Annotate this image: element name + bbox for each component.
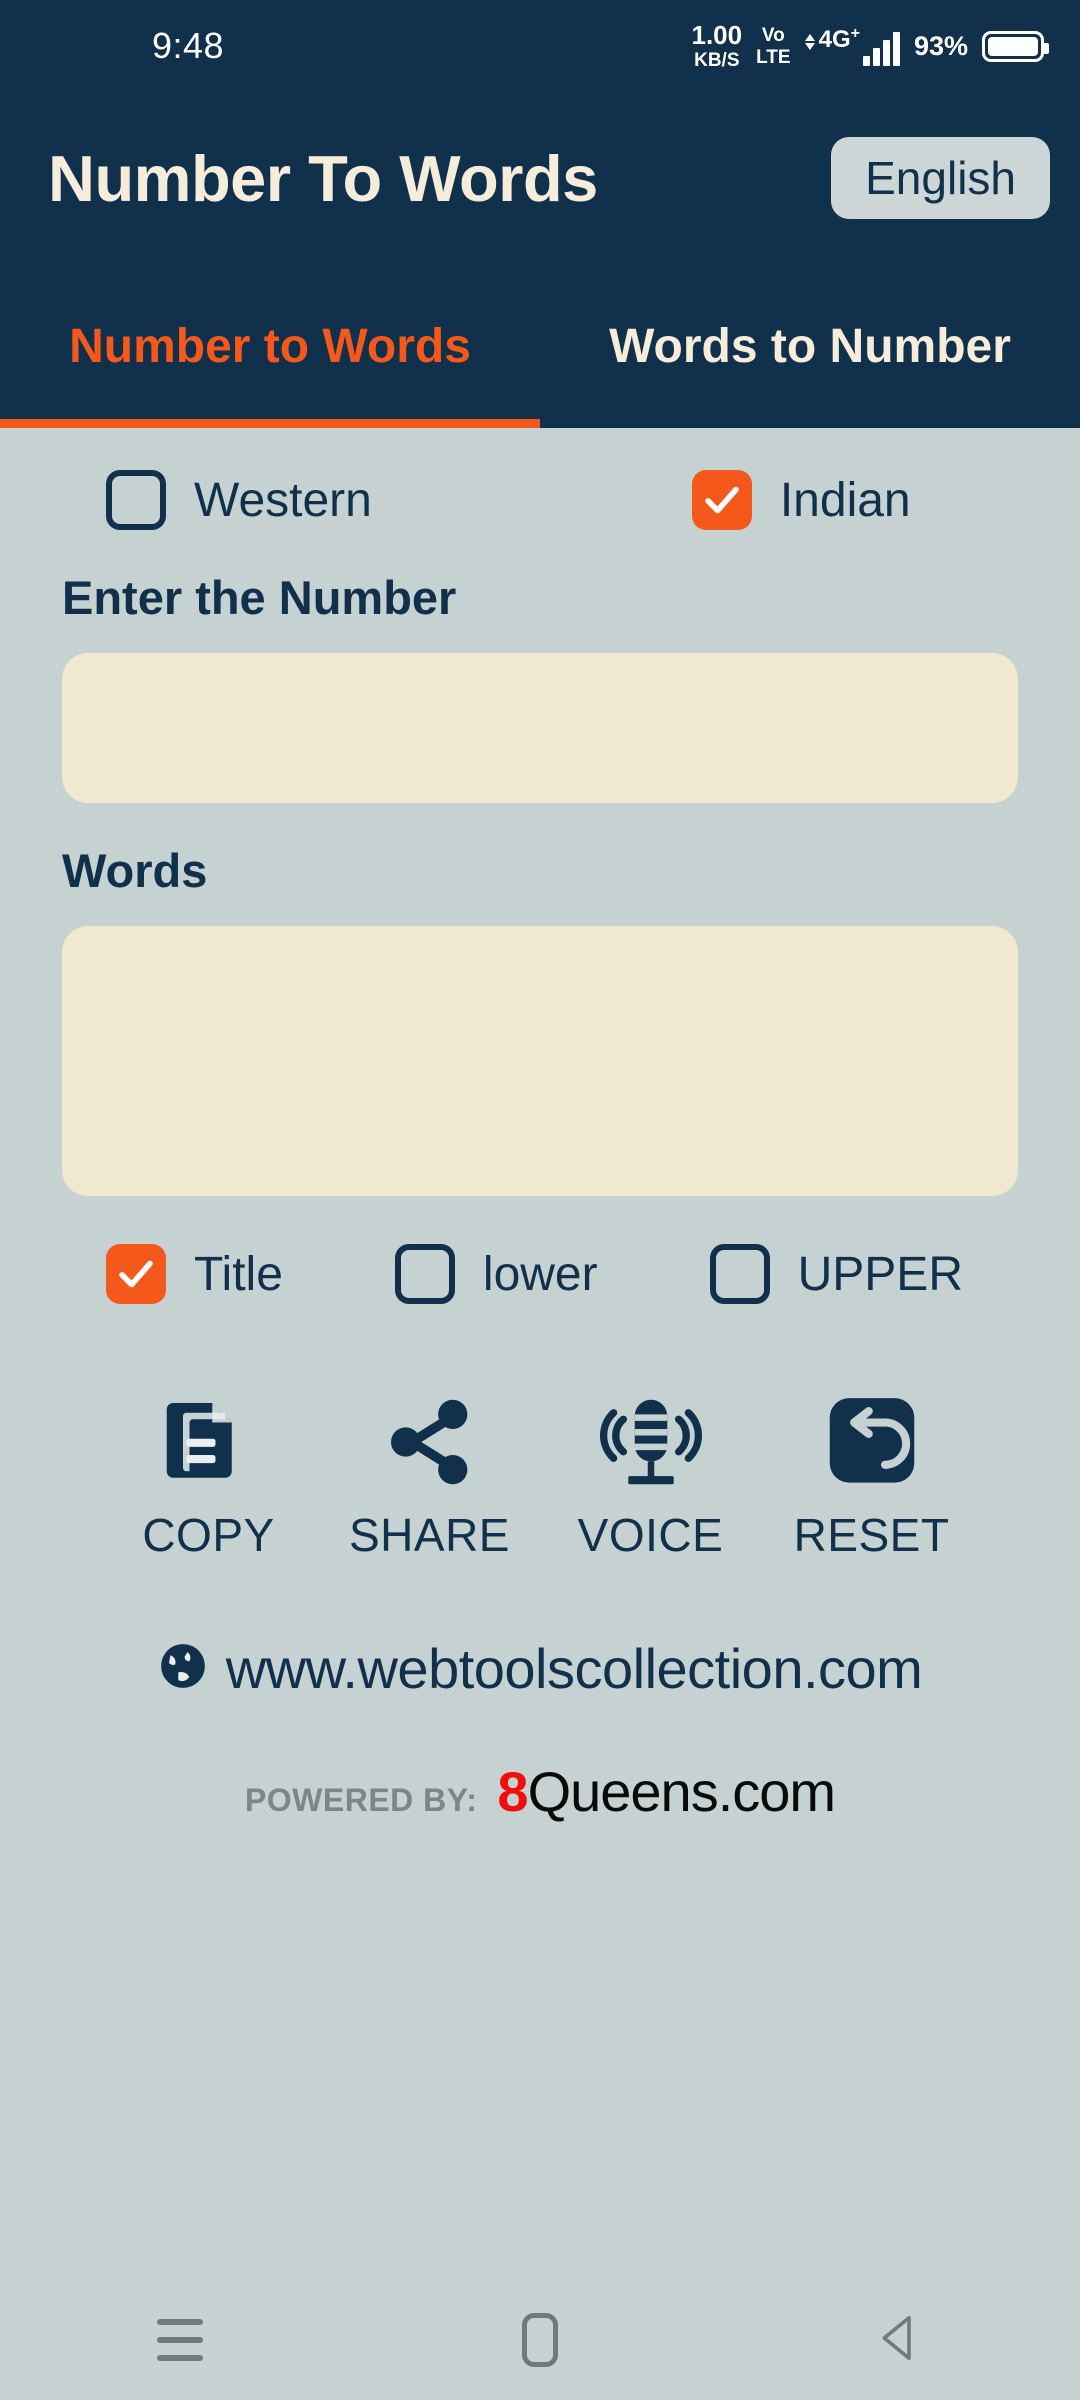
nav-back-button[interactable] (840, 2280, 960, 2400)
reset-button[interactable]: RESET (761, 1388, 982, 1562)
checkbox-indian-box[interactable] (691, 470, 752, 530)
home-icon (522, 2313, 558, 2367)
share-icon (378, 1388, 482, 1496)
checkbox-lower-case[interactable]: lower (394, 1244, 598, 1304)
signal-indicator: 4G+ (804, 25, 900, 66)
volte-top-label: Vo (761, 24, 785, 46)
copy-button-label: COPY (142, 1509, 275, 1561)
nav-recents-button[interactable] (120, 2280, 240, 2400)
status-bar-clock: 9:48 (152, 25, 225, 66)
checkbox-indian-label: Indian (779, 473, 911, 527)
checkbox-western-box[interactable] (106, 470, 166, 530)
signal-bars-icon (862, 32, 900, 66)
checkbox-upper-case-label: UPPER (797, 1247, 963, 1301)
status-bar: 9:48 1.00 KB/S Vo LTE 4G+ 93% (0, 0, 1080, 92)
checkbox-indian[interactable]: Indian (691, 470, 911, 530)
words-output[interactable] (62, 926, 1018, 1196)
brand-prefix: 8 (497, 1760, 528, 1823)
brand-suffix: Queens.com (527, 1760, 836, 1823)
checkmark-icon (119, 1260, 153, 1288)
network-type-label: 4G+ (818, 25, 860, 53)
checkbox-lower-case-label: lower (482, 1247, 598, 1301)
data-transfer-arrows-icon (804, 34, 815, 50)
checkbox-upper-case-box[interactable] (709, 1244, 770, 1304)
volte-bottom-label: LTE (756, 46, 791, 68)
share-button-label: SHARE (349, 1509, 510, 1561)
volte-icon: Vo LTE (756, 26, 790, 67)
words-output-container[interactable] (62, 926, 1018, 1196)
language-button[interactable]: English (831, 137, 1050, 219)
powered-by: POWERED BY: 8Queens.com (62, 1759, 1018, 1824)
number-field-label: Enter the Number (62, 571, 457, 624)
battery-icon (982, 30, 1049, 62)
checkbox-western[interactable]: Western (106, 470, 372, 530)
website-url: www.webtoolscollection.com (225, 1637, 923, 1700)
checkbox-western-label: Western (194, 473, 372, 527)
number-input[interactable] (62, 653, 1018, 803)
app-header: Number To Words English (0, 92, 1080, 264)
recents-icon (157, 2319, 203, 2361)
powered-by-label: POWERED BY: (244, 1782, 478, 1818)
checkbox-title-case[interactable]: Title (106, 1244, 283, 1304)
checkmark-icon (705, 486, 739, 514)
main-content: Western Indian Enter the Number Words Ti… (0, 470, 1080, 1824)
network-speed-value: 1.00 (691, 20, 743, 50)
copy-icon (157, 1388, 261, 1496)
nav-home-button[interactable] (480, 2280, 600, 2400)
checkbox-title-case-box[interactable] (106, 1244, 166, 1304)
network-speed-unit: KB/S (694, 50, 740, 71)
page-title: Number To Words (48, 141, 598, 215)
action-bar: COPY SHARE VOICE RESET (62, 1388, 1018, 1562)
tab-bar: Number to Words Words to Number (0, 264, 1080, 428)
checkbox-title-case-label: Title (194, 1247, 283, 1301)
number-input-container[interactable] (62, 653, 1018, 803)
reset-icon (820, 1388, 924, 1496)
tab-number-to-words[interactable]: Number to Words (0, 264, 540, 428)
status-bar-indicators: 1.00 KB/S Vo LTE 4G+ 93% (692, 22, 1049, 70)
checkbox-lower-case-box[interactable] (394, 1244, 455, 1304)
website-link[interactable]: www.webtoolscollection.com (62, 1636, 1018, 1701)
globe-icon (158, 1641, 208, 1696)
checkbox-upper-case[interactable]: UPPER (709, 1244, 963, 1304)
microphone-icon (599, 1388, 703, 1496)
case-options: Title lower UPPER (62, 1244, 1018, 1304)
words-field-label: Words (62, 844, 208, 897)
network-speed-indicator: 1.00 KB/S (692, 22, 743, 70)
copy-button[interactable]: COPY (98, 1388, 319, 1562)
battery-percent-label: 93% (913, 30, 968, 61)
tab-words-to-number[interactable]: Words to Number (540, 264, 1080, 428)
back-icon (873, 2311, 927, 2370)
system-navigation-bar (0, 2280, 1080, 2400)
voice-button-label: VOICE (577, 1509, 724, 1561)
share-button[interactable]: SHARE (319, 1388, 540, 1562)
brand-name[interactable]: 8Queens.com (497, 1759, 836, 1824)
reset-button-label: RESET (793, 1509, 950, 1561)
numbering-system-options: Western Indian (62, 470, 1018, 530)
voice-button[interactable]: VOICE (540, 1388, 761, 1562)
